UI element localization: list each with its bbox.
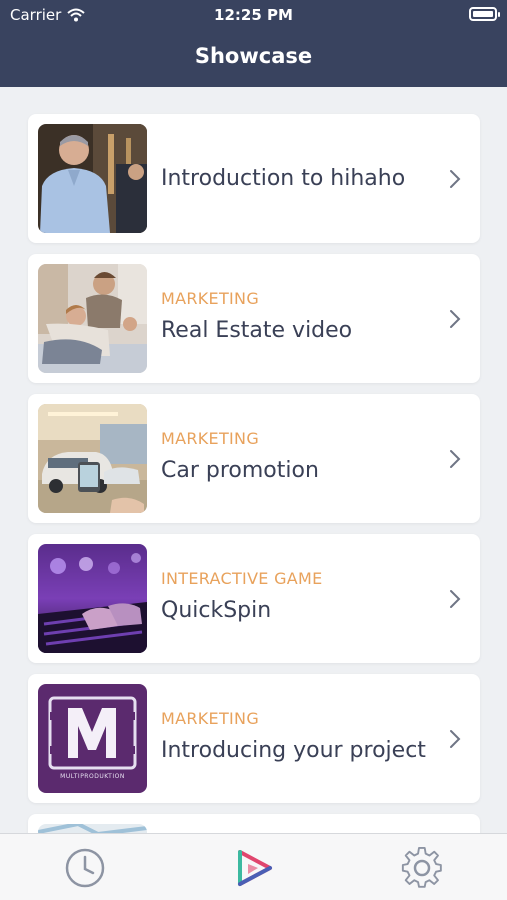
chevron-right-icon	[450, 169, 461, 188]
list-item-introduction[interactable]: Introduction to hihaho	[28, 114, 480, 243]
multiproduktion-logo-thumbnail: MULTIPRODUKTION	[38, 684, 147, 793]
status-bar: Carrier 12:25 PM	[0, 0, 507, 30]
tab-showcase[interactable]	[232, 846, 276, 890]
item-text: Introduction to hihaho	[161, 114, 440, 243]
list-item-quickspin[interactable]: INTERACTIVE GAME QuickSpin	[28, 534, 480, 663]
chevron-right-icon	[450, 309, 461, 328]
item-title: Introduction to hihaho	[161, 166, 406, 191]
presenter-thumbnail	[38, 124, 147, 233]
gear-icon	[401, 846, 442, 888]
car-showroom-thumbnail	[38, 404, 147, 513]
item-title: Introducing your project	[161, 737, 426, 763]
item-category: INTERACTIVE GAME	[161, 568, 323, 588]
hihaho-play-icon	[238, 850, 272, 886]
item-title: Real Estate video	[161, 317, 353, 343]
chevron-right-icon	[450, 449, 461, 468]
battery-icon	[469, 7, 500, 21]
item-category: MARKETING	[161, 708, 260, 728]
chevron-right-icon	[450, 589, 461, 608]
item-text: MARKETING Introducing your project	[161, 674, 440, 803]
item-title: Car promotion	[161, 457, 319, 483]
multiproduktion-wordmark: MULTIPRODUKTION	[60, 773, 125, 780]
tab-history[interactable]	[63, 846, 107, 890]
tab-bar	[0, 833, 507, 900]
item-text: MARKETING Car promotion	[161, 394, 440, 523]
navigation-bar: Carrier 12:25 PM Showcase	[0, 0, 507, 87]
list-item-car-promotion[interactable]: MARKETING Car promotion	[28, 394, 480, 523]
family-thumbnail	[38, 264, 147, 373]
item-category: MARKETING	[161, 288, 260, 308]
tab-settings[interactable]	[400, 846, 444, 890]
list-item-real-estate[interactable]: MARKETING Real Estate video	[28, 254, 480, 383]
page-title: Showcase	[194, 44, 313, 68]
chevron-right-icon	[450, 729, 461, 748]
list-item-introducing-project[interactable]: MULTIPRODUKTION MARKETING Introducing yo…	[28, 674, 480, 803]
item-title: QuickSpin	[161, 597, 272, 623]
item-text: INTERACTIVE GAME QuickSpin	[161, 534, 440, 663]
item-text: MARKETING Real Estate video	[161, 254, 440, 383]
clock-icon	[65, 848, 105, 888]
gaming-keyboard-thumbnail	[38, 544, 147, 653]
item-category: MARKETING	[161, 428, 260, 448]
status-time: 12:25 PM	[214, 6, 293, 24]
